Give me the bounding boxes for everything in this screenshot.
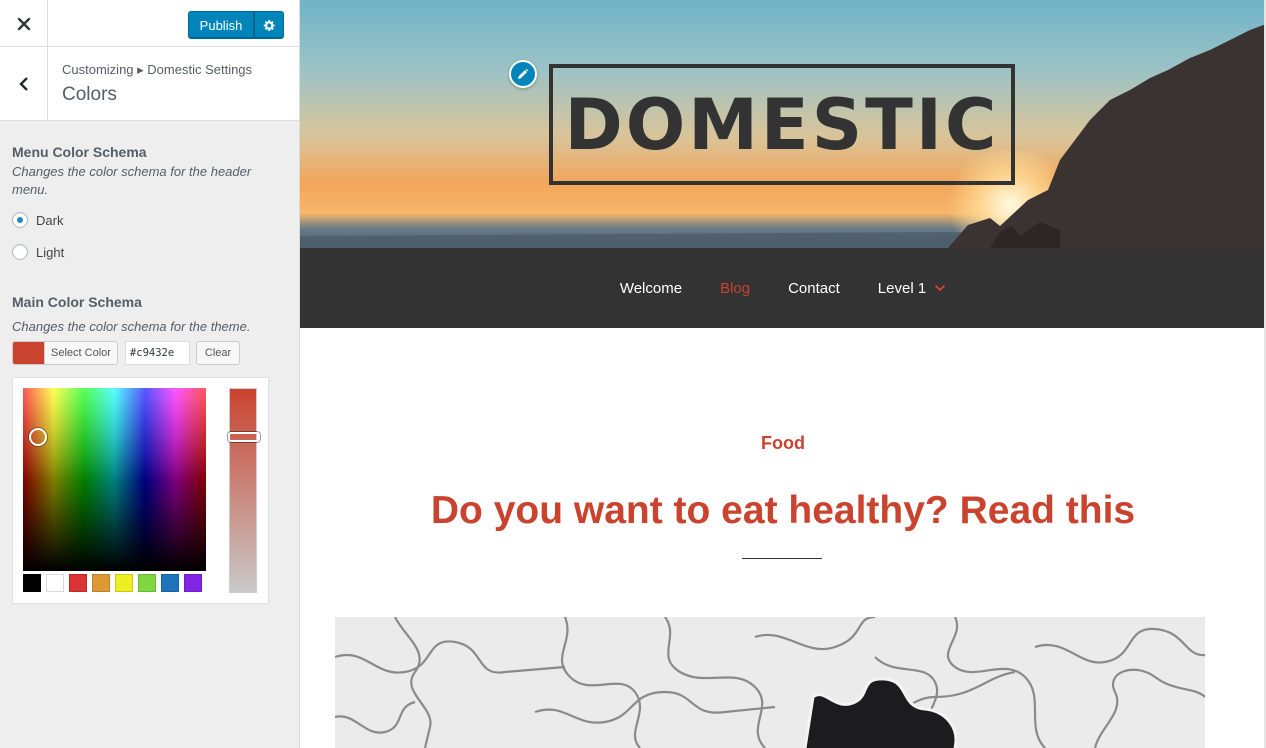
menu-color-description: Changes the color schema for the header … [12, 164, 252, 197]
main-color-title: Main Color Schema [12, 294, 142, 310]
lightness-slider[interactable] [228, 388, 260, 593]
radio-dark-label: Dark [36, 212, 64, 228]
nav-item-label: Contact [788, 279, 840, 297]
site-logo[interactable]: DOMESTIC [549, 64, 1015, 185]
puzzle-pieces-image [335, 617, 1205, 748]
main-color-description: Changes the color schema for the theme. [12, 319, 251, 334]
nav-item-label: Level 1 [877, 279, 927, 297]
nav-item-contact[interactable]: Contact [788, 280, 840, 297]
nav-item-welcome[interactable]: Welcome [620, 280, 682, 297]
pencil-icon [518, 68, 529, 79]
site-preview: DOMESTIC Welcome Blog Contact Level 1 Food … [300, 0, 1266, 748]
lightness-slider-handle[interactable] [228, 432, 260, 442]
palette-swatch[interactable] [69, 574, 87, 592]
site-title: DOMESTIC [564, 83, 1000, 166]
publish-settings-button[interactable] [254, 11, 284, 39]
palette-swatch[interactable] [46, 574, 64, 592]
section-title: Colors [62, 84, 117, 105]
select-color-button[interactable]: Select Color [12, 341, 118, 365]
menu-color-title: Menu Color Schema [12, 144, 147, 160]
customizer-header: Publish [0, 0, 299, 47]
saturation-square[interactable] [23, 388, 206, 571]
color-control-row: Select Color Clear [12, 341, 241, 365]
current-color-swatch [13, 342, 44, 364]
radio-light[interactable]: Light [12, 244, 64, 260]
palette-swatch[interactable] [23, 574, 41, 592]
post-category[interactable]: Food [300, 433, 1264, 454]
nav-item-blog[interactable]: Blog [720, 280, 750, 297]
radio-light-button[interactable] [12, 244, 28, 260]
radio-dark[interactable]: Dark [12, 212, 63, 228]
nav-item-level-1[interactable]: Level 1 [878, 280, 946, 297]
title-divider [742, 558, 822, 559]
breadcrumb: Customizing ▸ Domestic Settings [62, 62, 253, 77]
chevron-left-icon [18, 76, 28, 91]
publish-button[interactable]: Publish [188, 11, 254, 39]
nav-item-label: Welcome [619, 279, 683, 297]
palette-swatch[interactable] [184, 574, 202, 592]
palette-swatch[interactable] [138, 574, 156, 592]
customizer-sidebar: Publish Customizing ▸ Domestic Settings … [0, 0, 300, 748]
palette-swatch[interactable] [161, 574, 179, 592]
header-menu: Welcome Blog Contact Level 1 [300, 248, 1264, 328]
back-button[interactable] [0, 47, 48, 120]
close-icon [17, 17, 30, 30]
color-palette [23, 574, 202, 592]
select-color-label: Select Color [44, 342, 117, 364]
post-title[interactable]: Do you want to eat healthy? Read this [300, 489, 1264, 533]
publish-button-group: Publish [188, 11, 284, 39]
palette-swatch[interactable] [115, 574, 133, 592]
chevron-down-icon [934, 284, 946, 292]
nav-item-label: Blog [720, 279, 751, 297]
post-featured-image[interactable] [335, 617, 1205, 748]
close-customizer-button[interactable] [0, 0, 48, 47]
clear-color-button[interactable]: Clear [195, 341, 241, 365]
color-picker [12, 377, 269, 604]
header-hero-image: DOMESTIC [300, 0, 1264, 248]
section-header: Customizing ▸ Domestic Settings Colors [0, 47, 299, 121]
edit-shortcut-button[interactable] [509, 60, 537, 88]
saturation-handle[interactable] [29, 428, 47, 446]
radio-light-label: Light [36, 244, 65, 260]
gear-icon [263, 19, 275, 31]
palette-swatch[interactable] [92, 574, 110, 592]
saturation-overlay [23, 388, 206, 571]
hex-color-input[interactable] [124, 341, 190, 365]
radio-dark-button[interactable] [12, 212, 28, 228]
